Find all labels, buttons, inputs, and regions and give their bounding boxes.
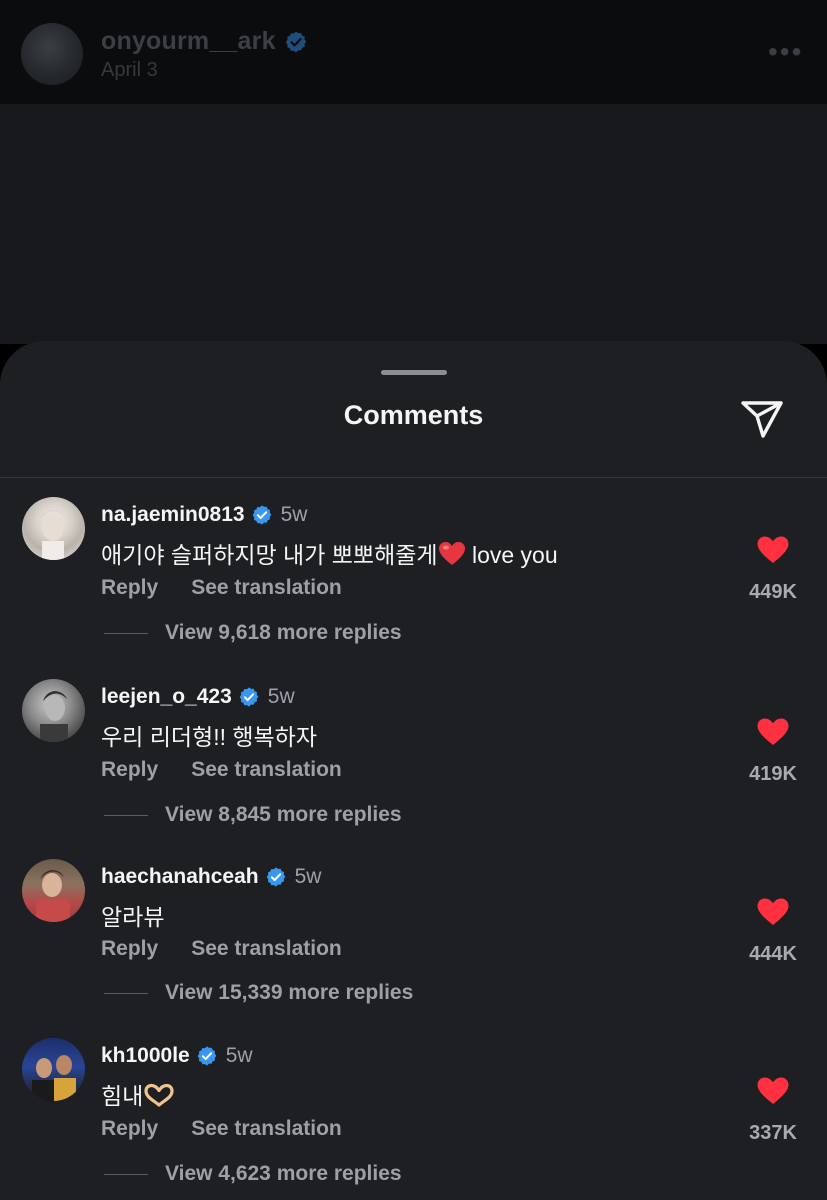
comment-text-main: 애기야 슬퍼하지망 내가 뽀뽀해줄게 [101,542,438,568]
more-horizontal-icon[interactable]: ••• [768,38,803,66]
comment-text: 애기야 슬퍼하지망 내가 뽀뽀해줄게 love you [101,536,558,570]
view-replies-button[interactable]: View 9,618 more replies [104,621,402,645]
red-heart-emoji-icon [438,542,465,565]
replies-divider-line [104,1173,148,1175]
verified-badge-icon [197,1046,217,1066]
commenter-username[interactable]: na.jaemin0813 [101,503,245,527]
verified-badge-icon [252,505,271,525]
see-translation-button[interactable]: See translation [191,576,342,600]
commenter-avatar[interactable] [22,859,85,922]
view-replies-button[interactable]: View 15,339 more replies [104,981,413,1005]
post-header: onyourm__ark April 3 ••• [0,0,827,104]
sheet-divider [0,477,827,478]
view-replies-label: View 9,618 more replies [165,621,402,644]
comment-timestamp: 5w [294,865,322,888]
comment-text: 우리 리더형!! 행복하자 [101,724,318,750]
send-icon[interactable] [738,394,786,442]
like-heart-icon[interactable] [756,897,790,927]
replies-divider-line [104,814,148,816]
see-translation-button[interactable]: See translation [191,937,342,961]
comment-text: 힘내 [101,1077,175,1111]
view-replies-button[interactable]: View 4,623 more replies [104,1162,402,1186]
comments-sheet: Comments na.jaemin0813 5w 애기야 슬퍼하지망 내가 뽀… [0,341,827,1200]
heart-hands-emoji-icon [144,1083,174,1107]
reply-button[interactable]: Reply [101,758,158,782]
view-replies-button[interactable]: View 8,845 more replies [104,803,402,827]
verified-badge-icon [285,31,307,53]
like-count: 419K [749,763,797,785]
comment-text-main: 힘내 [101,1083,144,1109]
comment-timestamp: 5w [280,503,308,526]
verified-badge-icon [266,867,285,887]
commenter-avatar[interactable] [22,497,85,560]
sheet-drag-handle[interactable] [381,370,447,375]
like-heart-icon[interactable] [756,1076,790,1106]
verified-badge-icon [239,687,259,707]
replies-divider-line [104,632,148,634]
commenter-username[interactable]: haechanahceah [101,865,259,889]
reply-button[interactable]: Reply [101,1117,158,1141]
reply-button[interactable]: Reply [101,576,158,600]
view-replies-label: View 15,339 more replies [165,981,414,1004]
view-replies-label: View 8,845 more replies [165,803,402,826]
commenter-username[interactable]: kh1000le [101,1044,190,1068]
like-heart-icon[interactable] [756,535,790,565]
commenter-username[interactable]: leejen_o_423 [101,685,232,709]
comment-item: haechanahceah 5w 알라뷰 Reply See translati… [0,855,827,1025]
post-author-avatar[interactable] [21,23,83,85]
post-date: April 3 [101,59,158,81]
comment-item: na.jaemin0813 5w 애기야 슬퍼하지망 내가 뽀뽀해줄게 love… [0,493,827,663]
view-replies-label: View 4,623 more replies [165,1162,402,1185]
like-count: 449K [749,581,797,603]
see-translation-button[interactable]: See translation [191,758,342,782]
like-count: 337K [749,1122,797,1144]
sheet-title: Comments [343,400,484,430]
comment-text-suffix: love you [471,542,558,568]
comment-timestamp: 5w [267,685,295,708]
comment-item: kh1000le 5w 힘내 Reply See translation Vie… [0,1034,827,1200]
comment-item: leejen_o_423 5w 우리 리더형!! 행복하자 Reply See … [0,675,827,845]
sheet-backdrop[interactable] [0,104,827,344]
commenter-avatar[interactable] [22,1038,85,1101]
post-author-username[interactable]: onyourm__ark [101,27,276,56]
commenter-avatar[interactable] [22,679,85,742]
see-translation-button[interactable]: See translation [191,1117,342,1141]
like-count: 444K [749,943,797,965]
comment-text: 알라뷰 [101,904,165,930]
reply-button[interactable]: Reply [101,937,158,961]
comment-timestamp: 5w [225,1044,253,1067]
replies-divider-line [104,992,148,994]
like-heart-icon[interactable] [756,717,790,747]
